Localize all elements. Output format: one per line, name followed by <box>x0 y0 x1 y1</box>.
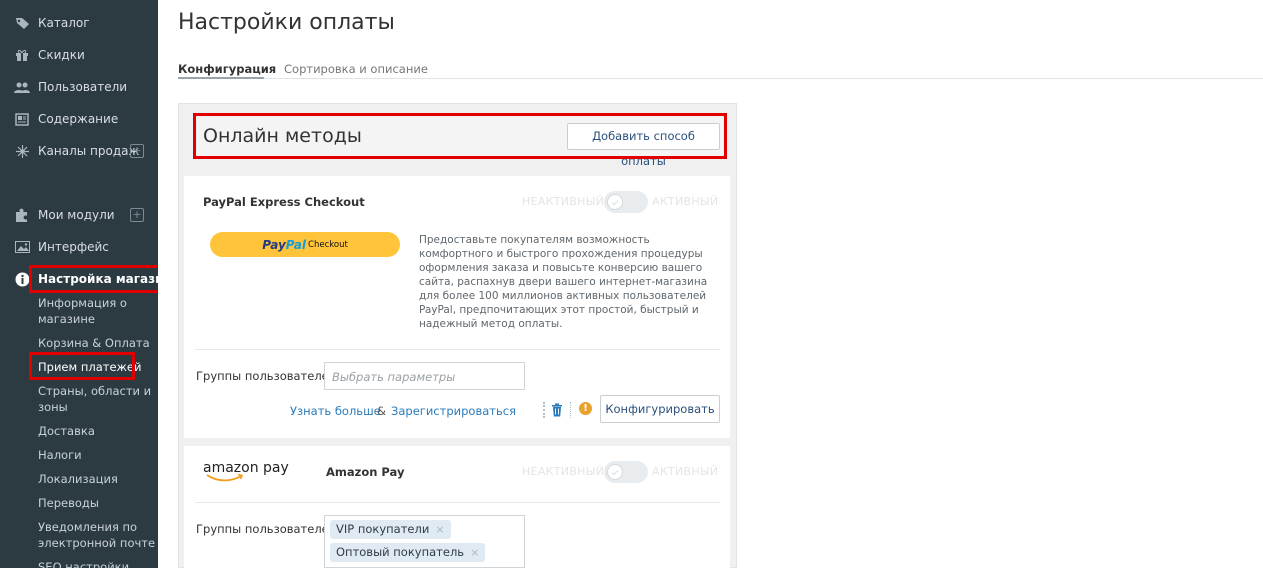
configure-button[interactable]: Конфигурировать <box>600 395 720 423</box>
sidebar-item-sales-channels[interactable]: Каналы продаж + <box>0 137 158 165</box>
submenu-translations[interactable]: Переводы <box>38 495 156 511</box>
sidebar-item-catalog[interactable]: Каталог <box>0 9 158 37</box>
sidebar-item-my-modules[interactable]: Мои модули + <box>0 201 158 229</box>
paypal-divider <box>195 349 720 350</box>
amazon-active-label: АКТИВНЫЙ <box>652 465 719 478</box>
paypal-logo-pay: Pay <box>262 237 286 252</box>
separator-dots <box>570 402 572 418</box>
toggle-knob <box>607 194 623 210</box>
links-separator: & <box>377 404 386 418</box>
amazon-active-toggle[interactable] <box>604 461 648 483</box>
amazon-method-name: Amazon Pay <box>326 465 405 479</box>
amazon-inactive-label: НЕАКТИВНЫЙ <box>522 465 605 478</box>
submenu-cart-payment[interactable]: Корзина & Оплата <box>38 335 156 351</box>
page-title: Настройки оплаты <box>178 10 395 35</box>
tag-icon <box>14 16 30 30</box>
puzzle-icon <box>14 208 30 222</box>
submenu-seo[interactable]: SEO настройки <box>38 559 156 568</box>
chip-label: Оптовый покупатель <box>336 545 465 559</box>
network-icon <box>14 144 30 158</box>
sidebar-item-content[interactable]: Содержание <box>0 105 158 133</box>
amazon-divider <box>195 502 720 503</box>
paypal-groups-label: Группы пользователей <box>196 369 337 383</box>
register-link[interactable]: Зарегистрироваться <box>391 404 516 418</box>
chip-vip[interactable]: VIP покупатели × <box>330 520 451 539</box>
sidebar-item-label: Мои модули <box>38 208 115 222</box>
submenu-email-notifications[interactable]: Уведомления по электронной почте <box>38 519 156 551</box>
submenu-taxes[interactable]: Налоги <box>38 447 156 463</box>
sidebar-item-interface[interactable]: Интерфейс <box>0 233 158 261</box>
paypal-active-toggle[interactable] <box>604 191 648 213</box>
paypal-method-name: PayPal Express Checkout <box>203 195 365 209</box>
add-channel-button[interactable]: + <box>130 144 144 158</box>
paypal-logo-checkout: Checkout <box>308 239 348 250</box>
chip-remove-icon[interactable]: × <box>470 546 479 559</box>
paypal-checkout-button[interactable]: PayPal Checkout <box>210 232 400 257</box>
paypal-logo-icon: PayPal <box>262 238 306 252</box>
submenu-shipping[interactable]: Доставка <box>38 423 156 439</box>
paypal-active-label: АКТИВНЫЙ <box>652 195 719 208</box>
highlight-store-settings <box>29 265 158 293</box>
sidebar-item-label: Каналы продаж <box>38 144 140 158</box>
paypal-inactive-label: НЕАКТИВНЫЙ <box>522 195 605 208</box>
submenu-countries[interactable]: Страны, области и зоны <box>38 383 156 415</box>
groups-placeholder: Выбрать параметры <box>332 370 456 384</box>
chip-wholesale[interactable]: Оптовый покупатель × <box>330 543 486 562</box>
add-module-button[interactable]: + <box>130 208 144 222</box>
sidebar: Каталог Скидки Пользователи Содержание К… <box>0 0 158 568</box>
sidebar-item-label: Пользователи <box>38 80 128 94</box>
warning-icon[interactable]: ! <box>579 402 592 415</box>
active-tab-underline <box>178 77 264 79</box>
tabs-divider <box>178 78 1263 79</box>
chip-label: VIP покупатели <box>336 522 430 536</box>
gift-icon <box>14 48 30 62</box>
submenu-localization[interactable]: Локализация <box>38 471 156 487</box>
sidebar-item-label: Интерфейс <box>38 240 109 254</box>
paypal-description: Предоставьте покупателям возможность ком… <box>419 234 708 330</box>
amazon-groups-label: Группы пользователей <box>196 522 337 536</box>
tab-configuration[interactable]: Конфигурация <box>178 62 276 76</box>
tab-sorting[interactable]: Сортировка и описание <box>284 62 428 76</box>
submenu-store-info[interactable]: Информация о магазине <box>38 295 156 327</box>
paypal-groups-select[interactable]: Выбрать параметры <box>324 362 525 390</box>
document-icon <box>14 112 30 126</box>
highlight-payment-acceptance <box>29 352 135 380</box>
info-icon <box>14 272 30 286</box>
drag-handle-icon[interactable] <box>543 402 547 418</box>
sidebar-item-label: Скидки <box>38 48 85 62</box>
learn-more-link[interactable]: Узнать больше <box>290 404 381 418</box>
sidebar-item-label: Содержание <box>38 112 119 126</box>
sidebar-item-discounts[interactable]: Скидки <box>0 41 158 69</box>
image-icon <box>14 240 30 254</box>
toggle-knob <box>607 464 623 480</box>
users-icon <box>14 80 30 94</box>
trash-icon[interactable] <box>551 402 563 421</box>
highlight-section-header <box>193 113 727 159</box>
paypal-logo-pal: Pal <box>285 237 307 252</box>
sidebar-item-label: Каталог <box>38 16 90 30</box>
chip-remove-icon[interactable]: × <box>435 523 444 536</box>
sidebar-item-users[interactable]: Пользователи <box>0 73 158 101</box>
amazon-smile-icon <box>206 474 244 482</box>
